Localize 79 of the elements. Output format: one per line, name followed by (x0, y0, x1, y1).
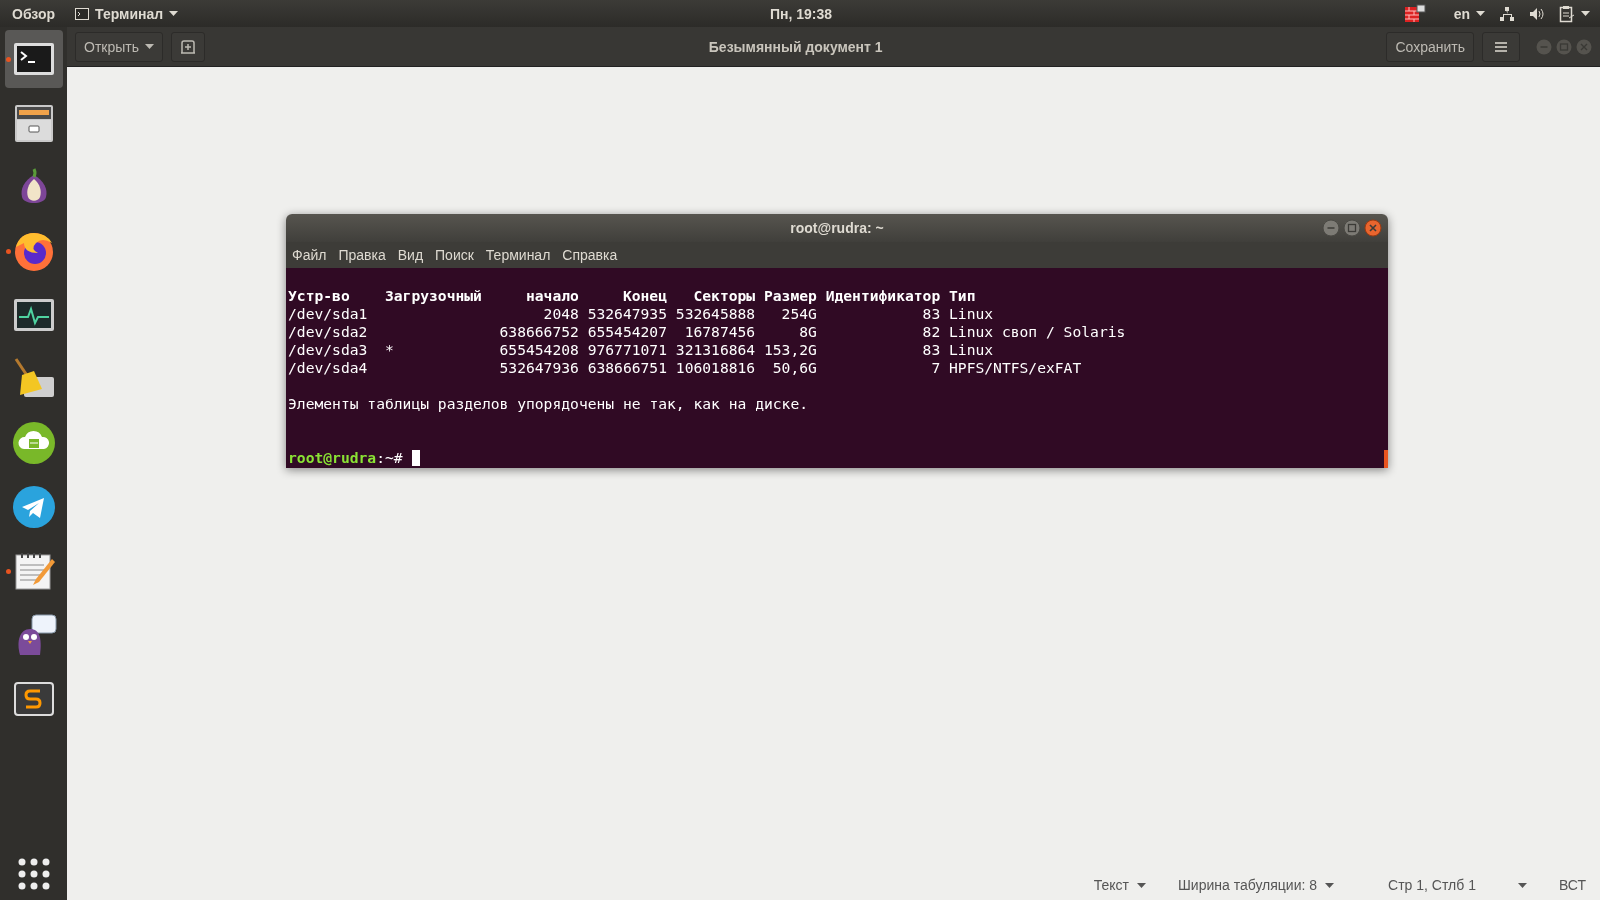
caret-icon (145, 44, 154, 49)
prompt-path: :~# (376, 449, 403, 467)
terminal-message: Элементы таблицы разделов упорядочены не так, как на диске. (288, 395, 810, 413)
table-cell-text: 655454208 (498, 341, 579, 359)
terminal-icon (75, 7, 90, 20)
app-grid-icon[interactable] (17, 858, 50, 890)
table-cell-text: * (384, 341, 395, 359)
document-title: Безымянный документ 1 (707, 38, 884, 55)
table-cell-text: 8G (798, 323, 817, 341)
maximize-icon[interactable] (1343, 219, 1361, 237)
table-cell-text: 16787456 (683, 323, 756, 341)
new-document-button[interactable] (171, 31, 205, 62)
close-icon[interactable] (1364, 219, 1382, 237)
column-header: начало (524, 287, 579, 305)
caret-icon (1476, 11, 1485, 16)
table-cell-text: 2048 (542, 305, 579, 323)
table-cell-text: /dev/sda2 (288, 323, 369, 341)
table-cell-text: 254G (780, 305, 817, 323)
table-cell-text: /dev/sda4 (288, 359, 369, 377)
text-cursor (411, 450, 420, 466)
table-cell: 106018816 (675, 359, 756, 377)
table-cell-text: 7 (930, 359, 941, 377)
open-button[interactable]: Открыть (75, 31, 163, 62)
table-cell: 532645888 (675, 305, 756, 323)
caret-icon (1517, 882, 1527, 888)
caret-icon (169, 11, 179, 16)
table-cell: Linux своп / Solaris (949, 323, 1126, 341)
table-cell: 153,2G (763, 341, 817, 359)
scrollbar-thumb (1384, 450, 1388, 468)
clock[interactable]: Пн, 19:38 (769, 5, 833, 22)
cursor-position-selector[interactable]: Стр 1, Стлб 1 (1376, 877, 1539, 893)
table-cell-text: 638666752 (498, 323, 579, 341)
insert-mode[interactable]: ВСТ (1558, 877, 1586, 893)
table-cell-text: Linux (949, 341, 995, 359)
column-header: Идентификатор (825, 287, 941, 305)
table-cell-text: /dev/sda1 (288, 305, 369, 323)
column-header: Конец (621, 287, 667, 305)
column-header: Секторы (692, 287, 756, 305)
prompt-user: root@rudra (288, 449, 377, 467)
table-cell-text: 82 (921, 323, 941, 341)
column-header: Загрузочный (384, 287, 482, 305)
tab-width-selector[interactable]: Ширина табуляции: 8 (1166, 877, 1347, 893)
menu-item[interactable]: Поиск (435, 247, 474, 263)
table-cell: 638666751 (587, 359, 667, 377)
window-title: root@rudra: ~ (790, 220, 884, 236)
table-cell-text: HPFS/NTFS/exFAT (949, 359, 1083, 377)
network-icon[interactable] (1499, 5, 1515, 22)
firewall-icon[interactable] (1403, 3, 1426, 24)
menu-item[interactable]: Вид (397, 247, 424, 263)
table-cell: 321316864 (675, 341, 756, 359)
column-header: Размер (763, 287, 817, 305)
language-selector[interactable]: Текст (1081, 877, 1158, 893)
menu-item[interactable]: Терминал (485, 247, 551, 263)
caret-icon (1325, 882, 1335, 888)
table-cell: 976771071 (587, 341, 667, 359)
menu-icon (1495, 41, 1507, 52)
keyboard-layout[interactable]: en (1453, 5, 1470, 22)
table-cell-text: 83 (921, 305, 941, 323)
caret-icon (1137, 882, 1146, 888)
table-cell-text: /dev/sda3 (288, 341, 369, 359)
menu-item[interactable]: Справка (562, 247, 618, 263)
table-cell: 532647935 (587, 305, 667, 323)
caret-icon (1581, 11, 1590, 16)
document-plus-icon (180, 38, 196, 55)
menu-item[interactable]: Правка (338, 247, 386, 263)
clipboard-icon[interactable] (1559, 4, 1575, 23)
column-header: Устр-во (288, 287, 351, 305)
app-menu-button[interactable]: Терминал (95, 5, 164, 22)
activities-button[interactable]: Обзор (12, 5, 56, 22)
table-cell-text: 83 (921, 341, 941, 359)
menu-button[interactable] (1482, 31, 1520, 62)
menu-item[interactable]: Файл (292, 247, 327, 263)
table-cell-text: Linux (949, 305, 995, 323)
table-cell-text: 532647936 (498, 359, 579, 377)
table-cell: 655454207 (587, 323, 667, 341)
dock-item[interactable] (4, 30, 63, 88)
column-header: Тип (949, 287, 977, 305)
table-cell-text: 50,6G (771, 359, 817, 377)
save-button[interactable]: Сохранить (1386, 31, 1474, 62)
